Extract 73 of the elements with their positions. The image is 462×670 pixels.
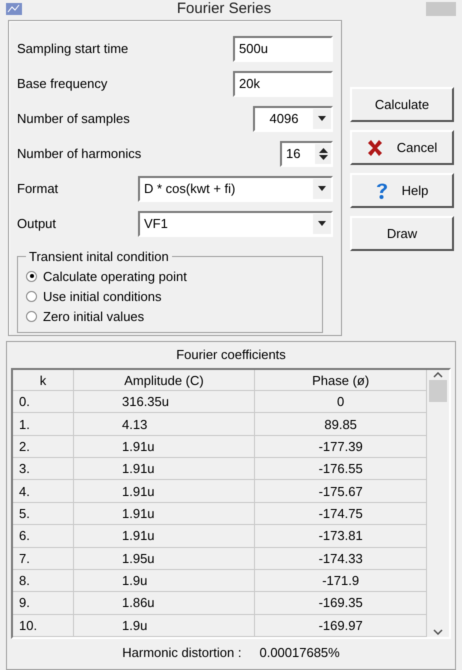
table-cell: -173.81 (254, 524, 427, 548)
field-label: Number of harmonics (17, 146, 142, 161)
radio-button[interactable] (26, 290, 37, 302)
field-label: Format (17, 181, 58, 196)
table-cell: 1.91u (74, 435, 254, 458)
table-cell: 9. (13, 592, 74, 614)
scroll-down-icon[interactable] (433, 629, 444, 635)
field-label: Base frequency (17, 76, 108, 91)
table-cell: 7. (13, 547, 74, 570)
table-cell: 4.13 (74, 412, 254, 436)
table-cell: 316.35u (74, 390, 254, 413)
table-cell: 5. (13, 502, 74, 525)
radio-button[interactable] (26, 270, 37, 282)
text-field[interactable]: 20k (233, 70, 333, 96)
group-title: Transient inital condition (28, 249, 170, 264)
table-cell: 1.91u (74, 480, 254, 502)
table-cell: 2. (13, 435, 74, 458)
radio-label[interactable]: Calculate operating point (43, 268, 187, 284)
table-cell: 1.9u (74, 569, 254, 592)
table-cell: 1.91u (74, 458, 254, 480)
table-cell: -176.55 (254, 458, 427, 480)
scroll-up-icon[interactable] (433, 372, 444, 378)
table-cell: 3. (13, 458, 74, 480)
field-label: Sampling start time (17, 41, 128, 56)
dialog-button[interactable]: Help (350, 173, 454, 208)
field-label: Output (17, 216, 56, 231)
dropdown-arrow-icon[interactable] (318, 186, 326, 191)
column-header: Phase (ø) (254, 370, 427, 390)
window-title: Fourier Series (176, 0, 272, 18)
table-cell: -174.75 (254, 502, 427, 525)
table-cell: -177.39 (254, 435, 427, 458)
dialog-button[interactable]: Calculate (350, 87, 454, 122)
table-cell: -171.9 (254, 569, 427, 592)
table-cell: -169.35 (254, 592, 427, 614)
table-title: Fourier coefficients (175, 346, 287, 364)
table-cell: 1.91u (74, 502, 254, 525)
table-cell: 1. (13, 412, 74, 436)
dropdown-arrow-icon[interactable] (318, 221, 326, 226)
table-cell: 0 (254, 390, 427, 413)
table-cell: 1.86u (74, 592, 254, 614)
dropdown-field[interactable]: VF1 (138, 210, 333, 236)
help-icon (376, 182, 388, 200)
table-cell: 10. (13, 614, 74, 636)
table-cell: 8. (13, 569, 74, 592)
table-cell: 6. (13, 524, 74, 548)
dialog-button[interactable]: Cancel (350, 130, 454, 165)
close-icon (366, 140, 383, 156)
spin-arrows-icon[interactable] (318, 146, 328, 160)
status-label: Harmonic distortion : (122, 644, 242, 660)
table-cell: -169.97 (254, 614, 427, 636)
text-field[interactable]: 500u (233, 36, 333, 62)
table-cell: 1.95u (74, 547, 254, 570)
spin-field[interactable]: 16 (280, 140, 333, 166)
table-cell: -174.33 (254, 547, 427, 570)
radio-label[interactable]: Use initial conditions (43, 288, 162, 304)
table-cell: 0. (13, 390, 74, 413)
column-header: Amplitude (C) (74, 370, 254, 390)
column-header: k (13, 370, 74, 390)
table-cell: 1.9u (74, 614, 254, 636)
dropdown-field[interactable]: 4096 (253, 106, 333, 132)
dialog-button[interactable]: Draw (350, 216, 454, 251)
table-cell: 1.91u (74, 524, 254, 548)
table-cell: 4. (13, 480, 74, 502)
radio-button[interactable] (26, 310, 37, 322)
radio-label[interactable]: Zero initial values (43, 308, 144, 324)
table-cell: 89.85 (254, 412, 427, 436)
scroll-thumb[interactable] (429, 380, 448, 402)
app-icon (6, 3, 22, 15)
status-value: 0.00017685% (259, 644, 340, 660)
field-label: Number of samples (17, 111, 130, 126)
dropdown-field[interactable]: D * cos(kwt + fi) (138, 176, 333, 202)
table-cell: -175.67 (254, 480, 427, 502)
dropdown-arrow-icon[interactable] (318, 116, 326, 121)
